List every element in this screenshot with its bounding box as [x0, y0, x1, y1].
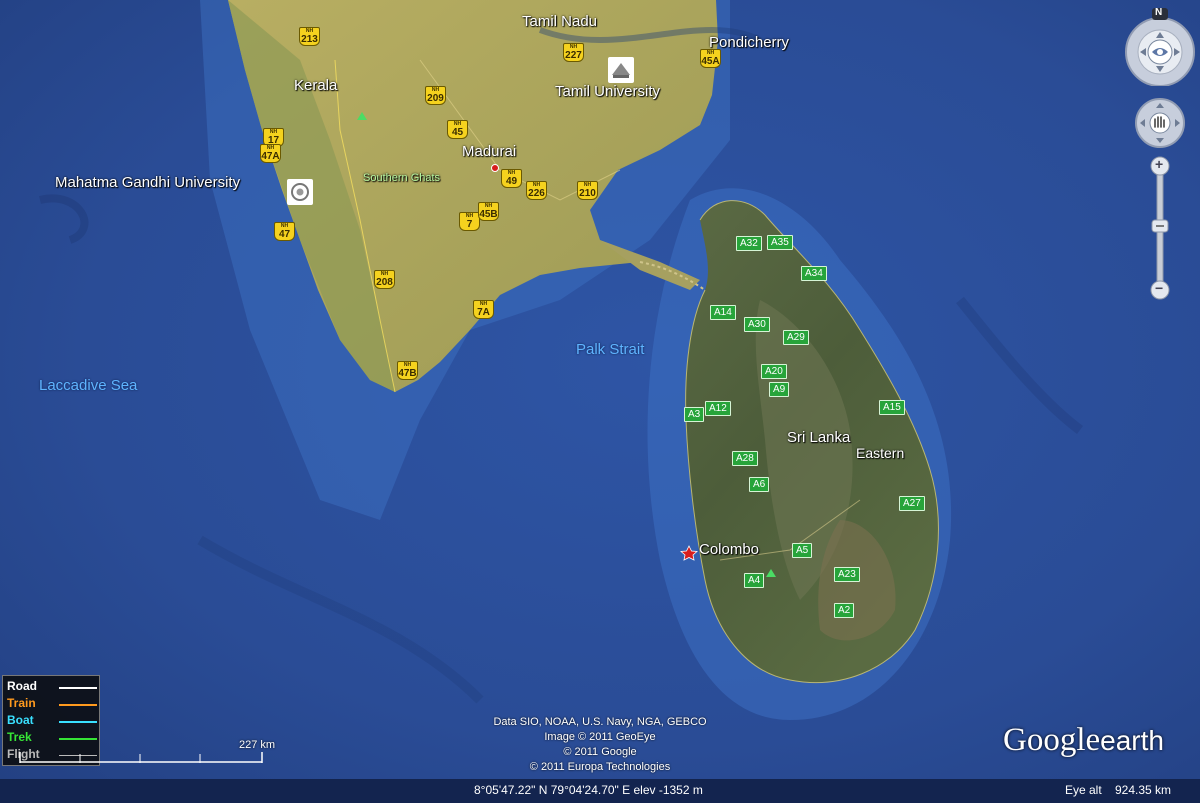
university-icon[interactable] [287, 179, 313, 205]
nh-shield: 226 [526, 181, 547, 200]
label-tamil-nadu: Tamil Nadu [522, 13, 598, 30]
label-kerala: Kerala [294, 77, 338, 94]
scale-label: 227 km [239, 739, 276, 751]
nh-shield: 7A [473, 300, 494, 319]
look-control[interactable]: N [1122, 7, 1198, 87]
nh-shield: 47 [274, 222, 295, 241]
route-label: A9 [769, 382, 790, 397]
move-control[interactable] [1134, 97, 1186, 149]
route-label: A28 [732, 451, 758, 466]
credit-line: © 2011 Google [563, 746, 637, 758]
legend-road-line [59, 687, 97, 689]
nh-shield: 210 [577, 181, 598, 200]
nh-shield: 208 [374, 270, 395, 289]
zoom-in-button[interactable]: + [1155, 156, 1163, 172]
map-view[interactable]: Tamil Nadu Pondicherry Kerala Tamil Univ… [0, 0, 1200, 803]
status-bar: 8°05'47.22" N 79°04'24.70" E elev -1352 … [0, 779, 1200, 803]
label-southern-ghats: Southern Ghats [363, 172, 441, 184]
route-label: A3 [684, 407, 705, 422]
nh-shield: 45A [700, 49, 721, 68]
zoom-slider[interactable]: + − [1149, 156, 1171, 300]
google-earth-logo: Googleearth [1003, 722, 1164, 759]
label-eastern: Eastern [856, 445, 905, 461]
label-tamil-university[interactable]: Tamil University [555, 83, 660, 100]
scale-bar: 227 km [18, 739, 275, 768]
north-indicator[interactable]: N [1155, 7, 1162, 18]
route-label: A35 [767, 235, 793, 250]
route-label: A34 [801, 266, 827, 281]
route-label: A27 [899, 496, 925, 511]
legend-road: Road [7, 679, 37, 693]
route-label: A32 [736, 236, 762, 251]
imagery-credits: Data SIO, NOAA, U.S. Navy, NGA, GEBCO Im… [455, 715, 745, 775]
eye-alt-label: Eye alt [1065, 783, 1102, 797]
credit-line: Image © 2011 GeoEye [544, 731, 656, 743]
route-label: A20 [761, 364, 787, 379]
eye-alt-value: 924.35 km [1115, 783, 1172, 797]
label-laccadive-sea: Laccadive Sea [39, 377, 138, 394]
legend-train-line [59, 704, 97, 706]
nh-shield: 209 [425, 86, 446, 105]
route-label: A29 [783, 330, 809, 345]
route-label: A14 [710, 305, 736, 320]
nh-shield: 7 [459, 212, 480, 231]
route-label: A30 [744, 317, 770, 332]
nh-shield: 45 [447, 120, 468, 139]
label-pondicherry: Pondicherry [709, 34, 790, 51]
legend-boat: Boat [7, 713, 34, 727]
route-label: A6 [749, 477, 770, 492]
nh-shield: 49 [501, 169, 522, 188]
legend-train: Train [7, 696, 36, 710]
label-madurai[interactable]: Madurai [462, 143, 516, 160]
label-colombo[interactable]: Colombo [699, 541, 759, 558]
route-label: A4 [744, 573, 765, 588]
label-sri-lanka: Sri Lanka [787, 429, 851, 446]
route-label: A23 [834, 567, 860, 582]
label-palk-strait: Palk Strait [576, 341, 645, 358]
legend-trek-line [59, 738, 97, 740]
pointer-coordinates: 8°05'47.22" N 79°04'24.70" E elev -1352 … [474, 783, 703, 797]
nh-shield: 47A [260, 144, 281, 163]
zoom-out-button[interactable]: − [1155, 280, 1163, 296]
route-label: A5 [792, 543, 813, 558]
route-label: A15 [879, 400, 905, 415]
route-label: A12 [705, 401, 731, 416]
nh-shield: 213 [299, 27, 320, 46]
nh-shield: 47B [397, 361, 418, 380]
nh-shield: 45B [478, 202, 499, 221]
credit-line: Data SIO, NOAA, U.S. Navy, NGA, GEBCO [493, 716, 707, 728]
nh-shield: 227 [563, 43, 584, 62]
legend-boat-line [59, 721, 97, 723]
university-icon[interactable] [608, 57, 634, 83]
logo-earth: earth [1100, 725, 1164, 756]
label-mahatma-gandhi-university[interactable]: Mahatma Gandhi University [55, 174, 240, 191]
map-imagery [0, 0, 1200, 803]
route-label: A2 [834, 603, 855, 618]
credit-line: © 2011 Europa Technologies [529, 761, 671, 773]
logo-google: Google [1003, 722, 1101, 758]
